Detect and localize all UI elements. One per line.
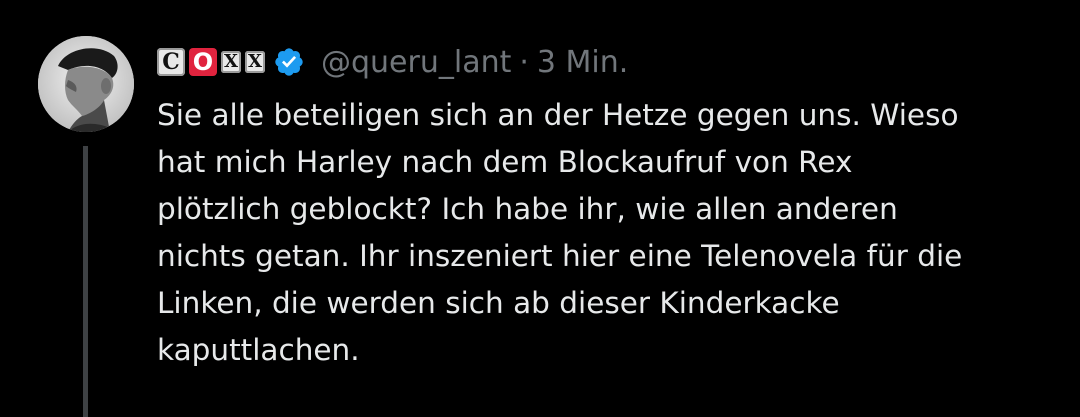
tweet-text-line: Linken, die werden sich ab dieser Kinder… (157, 286, 840, 320)
tweet-text-line: plötzlich geblockt? Ich habe ihr, wie al… (157, 192, 898, 226)
tweet-text-line: hat mich Harley nach dem Blockaufruf von… (157, 145, 853, 179)
display-name-badges[interactable]: C O X X (157, 48, 265, 76)
separator-dot: · (519, 44, 529, 80)
tweet-timestamp[interactable]: 3 Min. (537, 45, 628, 80)
thread-connector-line (83, 146, 88, 417)
tweet-text-line: kaputtlachen. (157, 333, 360, 367)
avatar[interactable] (38, 36, 134, 132)
tweet-header: C O X X @queru_lant · 3 Min. (157, 40, 628, 84)
tweet[interactable]: C O X X @queru_lant · 3 Min. Sie alle be… (0, 0, 1080, 417)
verified-badge-icon (275, 48, 303, 76)
author-handle[interactable]: @queru_lant (321, 45, 511, 80)
badge-letter-c: C (157, 48, 185, 76)
badge-letter-x-2: X (245, 51, 265, 73)
avatar-portrait-image (38, 36, 134, 132)
badge-letter-o: O (189, 48, 217, 76)
tweet-body: Sie alle beteiligen sich an der Hetze ge… (157, 92, 1057, 374)
tweet-text-line: Sie alle beteiligen sich an der Hetze ge… (157, 98, 959, 132)
tweet-text-line: nichts getan. Ihr inszeniert hier eine T… (157, 239, 963, 273)
badge-letter-x-1: X (221, 51, 241, 73)
